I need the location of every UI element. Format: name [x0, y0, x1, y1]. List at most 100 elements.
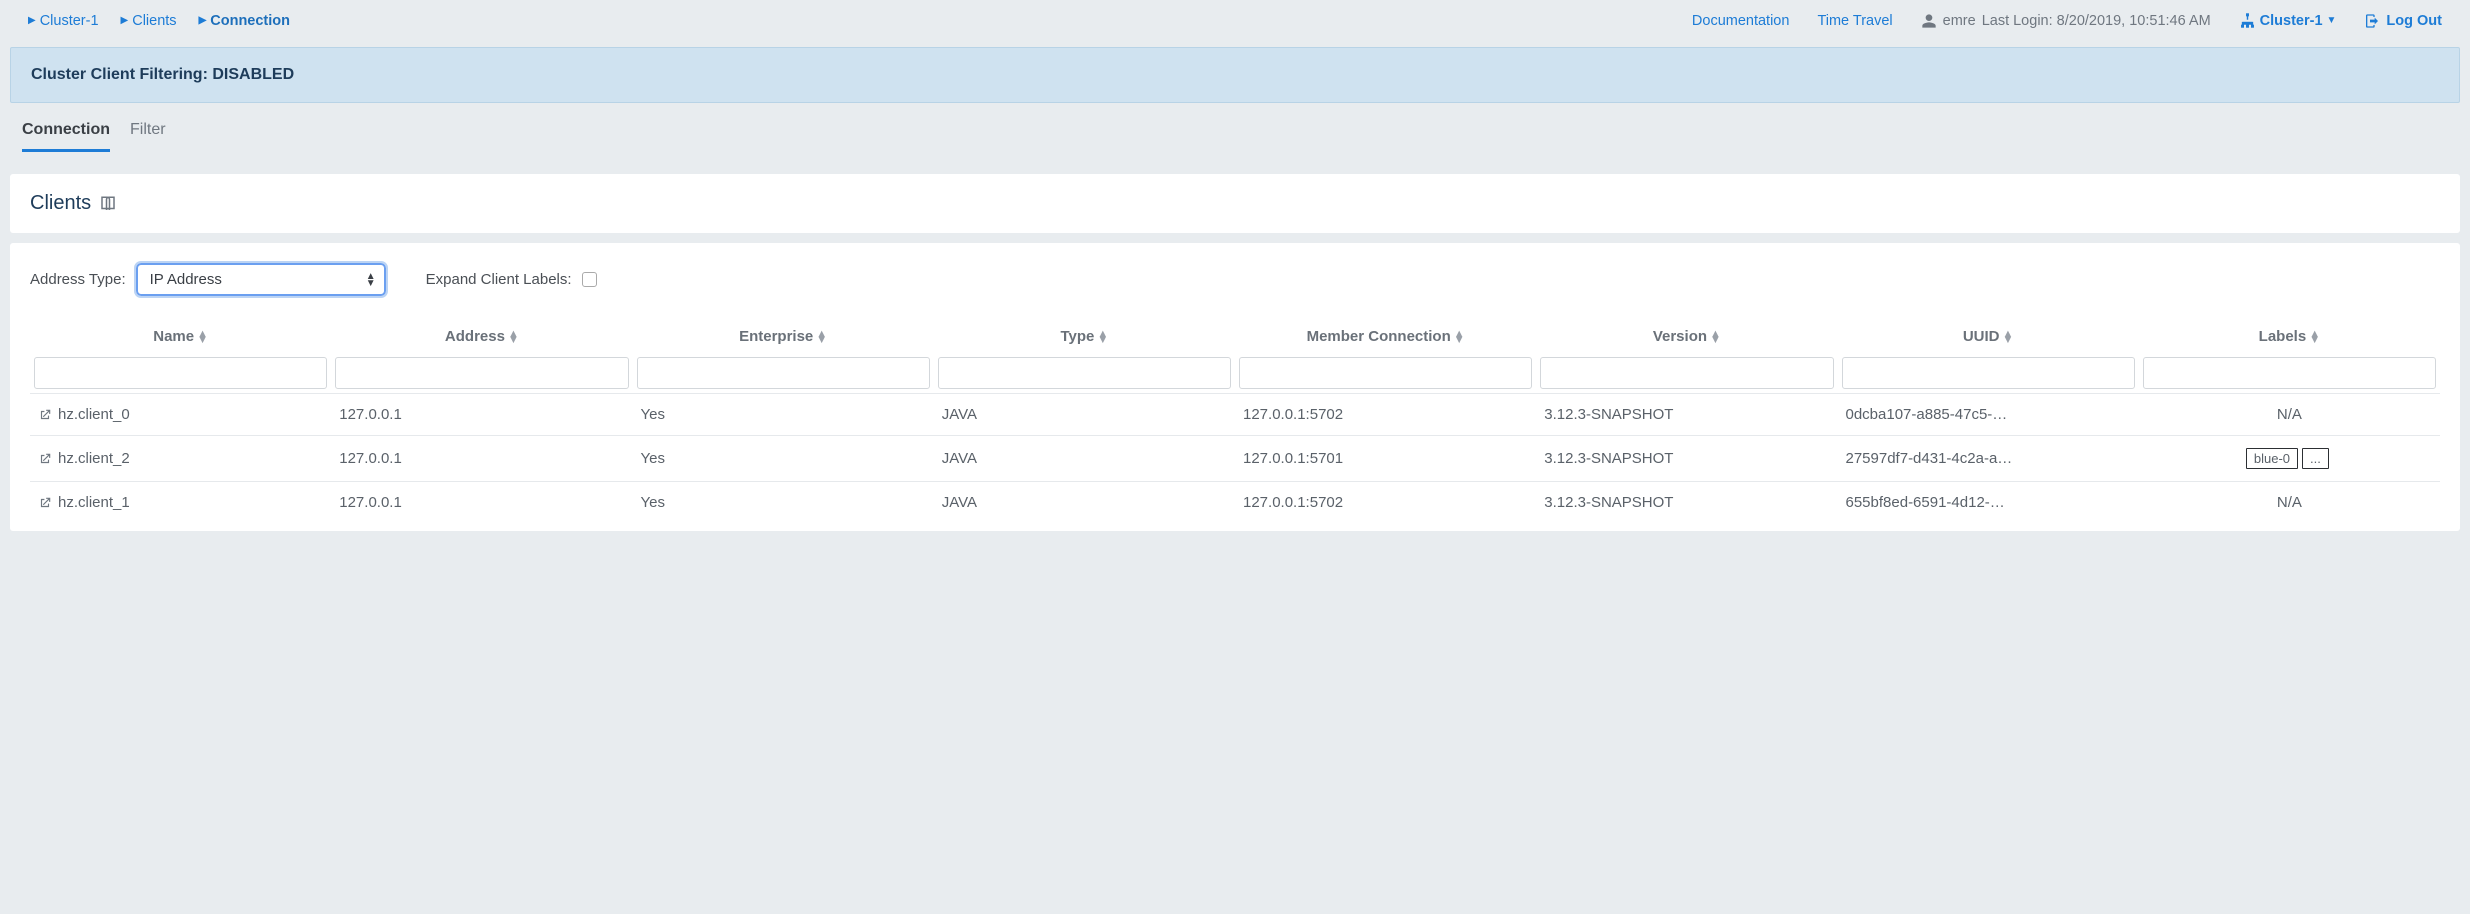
column-header-label: Type [1060, 328, 1094, 345]
column-header-label: UUID [1963, 328, 2000, 345]
page-title: Clients [30, 192, 2440, 215]
column-header[interactable]: Version▲▼ [1536, 318, 1837, 353]
breadcrumb-label: Cluster-1 [40, 13, 99, 29]
cell-uuid: 0dcba107-a885-47c5-… [1838, 394, 2139, 436]
sort-icon: ▲▼ [2003, 331, 2014, 343]
sort-icon: ▲▼ [508, 331, 519, 343]
client-name-cell[interactable]: hz.client_2 [38, 450, 323, 467]
client-name-cell[interactable]: hz.client_0 [38, 406, 323, 423]
table-row: hz.client_1127.0.0.1YesJAVA127.0.0.1:570… [30, 482, 2440, 524]
cell-enterprise: Yes [633, 436, 934, 482]
cell-address: 127.0.0.1 [331, 482, 632, 524]
column-header[interactable]: Address▲▼ [331, 318, 632, 353]
table-header-row: Name▲▼Address▲▼Enterprise▲▼Type▲▼Member … [30, 318, 2440, 353]
column-filter-input[interactable] [2143, 357, 2436, 389]
cell-member: 127.0.0.1:5701 [1235, 436, 1536, 482]
clients-table: Name▲▼Address▲▼Enterprise▲▼Type▲▼Member … [30, 318, 2440, 523]
cluster-selector[interactable]: Cluster-1 ▼ [2239, 12, 2337, 29]
cell-version: 3.12.3-SNAPSHOT [1536, 436, 1837, 482]
column-header[interactable]: UUID▲▼ [1838, 318, 2139, 353]
external-link-icon [38, 452, 52, 466]
column-filter-input[interactable] [34, 357, 327, 389]
table-row: hz.client_2127.0.0.1YesJAVA127.0.0.1:570… [30, 436, 2440, 482]
caret-down-icon: ▼ [2327, 15, 2337, 26]
column-header-label: Enterprise [739, 328, 813, 345]
breadcrumb-item[interactable]: ▶Connection [199, 13, 290, 29]
client-name: hz.client_2 [58, 450, 130, 467]
clients-header-panel: Clients [10, 174, 2460, 233]
column-header-label: Address [445, 328, 505, 345]
column-filter-input[interactable] [1540, 357, 1833, 389]
logout-button[interactable]: Log Out [2364, 13, 2442, 29]
external-link-icon [38, 496, 52, 510]
column-filter-input[interactable] [1842, 357, 2135, 389]
page-title-text: Clients [30, 192, 91, 215]
cell-labels: blue-0... [2139, 436, 2440, 482]
sort-icon: ▲▼ [816, 331, 827, 343]
top-bar: ▶Cluster-1▶Clients▶Connection Documentat… [0, 0, 2470, 47]
cell-enterprise: Yes [633, 482, 934, 524]
label-tag[interactable]: blue-0 [2246, 448, 2298, 469]
filtering-status-banner: Cluster Client Filtering: DISABLED [10, 47, 2460, 103]
tabs: Connection Filter [0, 103, 2470, 152]
column-header-label: Version [1653, 328, 1707, 345]
column-filter-input[interactable] [1239, 357, 1532, 389]
user-name: emre [1943, 13, 1976, 29]
table-row: hz.client_0127.0.0.1YesJAVA127.0.0.1:570… [30, 394, 2440, 436]
clients-table-panel: Address Type: IP Address ▲▼ Expand Clien… [10, 243, 2460, 531]
cell-type: JAVA [934, 436, 1235, 482]
cell-version: 3.12.3-SNAPSHOT [1536, 482, 1837, 524]
breadcrumb: ▶Cluster-1▶Clients▶Connection [28, 13, 290, 29]
cell-labels: N/A [2139, 482, 2440, 524]
sort-icon: ▲▼ [1710, 331, 1721, 343]
cell-labels: N/A [2139, 394, 2440, 436]
cell-uuid: 655bf8ed-6591-4d12-… [1838, 482, 2139, 524]
cell-member: 127.0.0.1:5702 [1235, 482, 1536, 524]
tab-filter[interactable]: Filter [130, 121, 166, 152]
column-header-label: Member Connection [1307, 328, 1451, 345]
top-right-controls: Documentation Time Travel emre Last Logi… [1692, 12, 2442, 29]
label-tag[interactable]: ... [2302, 448, 2329, 469]
column-header[interactable]: Enterprise▲▼ [633, 318, 934, 353]
caret-right-icon: ▶ [28, 15, 36, 26]
cell-enterprise: Yes [633, 394, 934, 436]
logout-label: Log Out [2386, 13, 2442, 29]
sort-icon: ▲▼ [1097, 331, 1108, 343]
client-name: hz.client_0 [58, 406, 130, 423]
tab-connection[interactable]: Connection [22, 121, 110, 152]
time-travel-link[interactable]: Time Travel [1817, 13, 1892, 29]
last-login-text: Last Login: 8/20/2019, 10:51:46 AM [1982, 13, 2211, 29]
client-name: hz.client_1 [58, 494, 130, 511]
column-filter-input[interactable] [637, 357, 930, 389]
user-info: emre Last Login: 8/20/2019, 10:51:46 AM [1921, 13, 2211, 29]
cell-member: 127.0.0.1:5702 [1235, 394, 1536, 436]
sort-icon: ▲▼ [197, 331, 208, 343]
column-header[interactable]: Name▲▼ [30, 318, 331, 353]
table-filter-row [30, 353, 2440, 394]
column-filter-input[interactable] [335, 357, 628, 389]
caret-right-icon: ▶ [121, 15, 129, 26]
cell-type: JAVA [934, 394, 1235, 436]
book-icon [99, 195, 117, 213]
user-icon [1921, 13, 1937, 29]
breadcrumb-label: Connection [210, 13, 290, 29]
expand-labels-checkbox[interactable] [582, 272, 597, 287]
breadcrumb-item[interactable]: ▶Clients [121, 13, 177, 29]
column-header[interactable]: Labels▲▼ [2139, 318, 2440, 353]
breadcrumb-item[interactable]: ▶ Cluster-1 [28, 13, 99, 29]
address-type-label: Address Type: [30, 271, 126, 288]
column-header[interactable]: Member Connection▲▼ [1235, 318, 1536, 353]
address-type-select[interactable]: IP Address [136, 263, 386, 296]
caret-right-icon: ▶ [199, 15, 207, 26]
column-filter-input[interactable] [938, 357, 1231, 389]
client-name-cell[interactable]: hz.client_1 [38, 494, 323, 511]
column-header-label: Labels [2259, 328, 2307, 345]
breadcrumb-label: Clients [132, 13, 176, 29]
documentation-link[interactable]: Documentation [1692, 13, 1790, 29]
column-header-label: Name [153, 328, 194, 345]
table-controls: Address Type: IP Address ▲▼ Expand Clien… [30, 263, 2440, 296]
sitemap-icon [2239, 12, 2256, 29]
cluster-name: Cluster-1 [2260, 13, 2323, 29]
column-header[interactable]: Type▲▼ [934, 318, 1235, 353]
external-link-icon [38, 408, 52, 422]
